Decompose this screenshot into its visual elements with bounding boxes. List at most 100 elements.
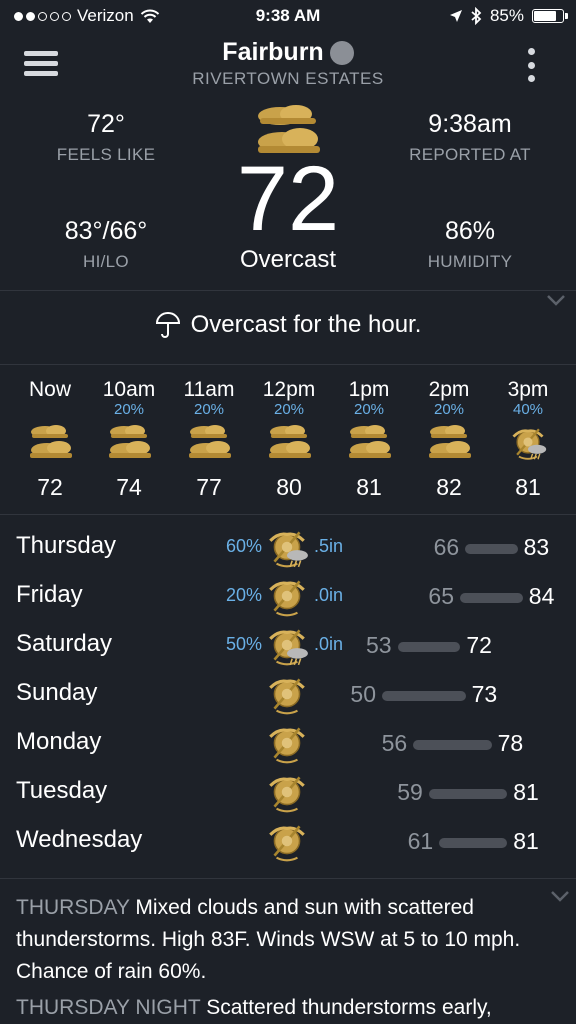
day-name: Thursday	[16, 532, 117, 559]
temperature-range-bar	[460, 593, 523, 603]
chevron-down-icon[interactable]	[546, 294, 566, 306]
day-name: Sunday	[16, 679, 98, 706]
hourly-forecast[interactable]: Now 72 10am 20% 74 11am 20% 77 12pm 20% 80 1pm 20% 81…	[0, 366, 576, 512]
location-subtitle: RIVERTOWN ESTATES	[192, 69, 384, 88]
day-name: Tuesday	[16, 777, 108, 804]
hourly-precip-chance: 20%	[113, 401, 145, 418]
cloudy-icon	[10, 422, 90, 466]
bluetooth-icon	[471, 7, 482, 25]
temperature-range-bar	[428, 789, 508, 799]
day-low: 61	[407, 828, 434, 854]
day-precip-amount: .0in	[314, 585, 344, 605]
status-right: 85%	[449, 6, 568, 26]
location-arrow-icon	[449, 10, 462, 22]
day-name: Saturday	[16, 630, 113, 657]
day-high: 81	[513, 779, 539, 805]
hourly-temperature: 74	[116, 474, 142, 500]
daily-row[interactable]: Thursday 60% .5in 66 83	[0, 522, 576, 571]
daily-row[interactable]: Friday 20% .0in 65 84	[0, 571, 576, 620]
hour-summary[interactable]: Overcast for the hour.	[0, 292, 576, 364]
hourly-precip-chance: 20%	[433, 401, 465, 418]
hourly-precip-chance: 20%	[193, 401, 225, 418]
day-name: Friday	[16, 581, 83, 608]
hourly-precip-chance: 20%	[273, 401, 305, 418]
battery-icon	[532, 9, 568, 23]
forecast-paragraph: THURSDAY Mixed clouds and sun with scatt…	[16, 896, 521, 983]
emblem-icon	[264, 720, 310, 771]
day-high: 78	[497, 730, 524, 756]
temperature-range-bar	[382, 691, 466, 701]
hourly-item: 2pm 20% 82	[409, 378, 489, 501]
divider	[0, 290, 576, 291]
day-high: 84	[528, 583, 555, 609]
hourly-time: 1pm	[348, 378, 390, 401]
hourly-item: Now 72	[10, 378, 90, 501]
chevron-down-icon[interactable]	[550, 890, 570, 902]
day-high: 83	[523, 534, 550, 560]
emblem-icon	[264, 573, 310, 624]
day-low: 53	[366, 632, 392, 658]
cloudy-icon	[169, 422, 249, 466]
current-temperature: 72	[236, 148, 340, 250]
hourly-time: 10am	[102, 378, 156, 401]
battery-percent: 85%	[489, 6, 524, 25]
location-title[interactable]: Fairburn RIVERTOWN ESTATES	[0, 38, 576, 89]
forecast-paragraph: THURSDAY NIGHT Scattered thunderstorms e…	[16, 996, 492, 1019]
hourly-precip-chance: 20%	[353, 401, 385, 418]
day-low: 59	[397, 779, 423, 805]
current-conditions[interactable]: 72° FEELS LIKE 9:38am REPORTED AT 83°/66…	[0, 100, 576, 290]
emblem-icon	[264, 818, 310, 869]
hourly-time: 12pm	[262, 378, 316, 401]
day-precip-chance: 60%	[225, 536, 262, 556]
day-precip-chance: 50%	[225, 634, 262, 654]
emblem-icon	[264, 671, 310, 722]
day-high: 72	[466, 632, 492, 658]
day-precip-amount: .0in	[314, 634, 344, 654]
thunderstorm-icon	[264, 622, 310, 673]
umbrella-icon	[155, 312, 180, 338]
divider	[0, 878, 576, 879]
hourly-time: 3pm	[507, 378, 549, 401]
day-high: 73	[471, 681, 498, 707]
daily-row[interactable]: Sunday 50 73	[0, 669, 576, 718]
thunderstorm-icon	[488, 422, 568, 466]
hourly-time: 2pm	[428, 378, 470, 401]
hourly-temperature: 72	[37, 474, 63, 500]
more-options-button[interactable]	[528, 48, 536, 82]
temperature-range-bar	[465, 544, 518, 554]
day-precip-chance: 20%	[225, 585, 262, 605]
hourly-item: 12pm 20% 80	[249, 378, 329, 501]
divider	[0, 364, 576, 365]
header: Fairburn RIVERTOWN ESTATES	[0, 36, 576, 96]
hourly-temperature: 82	[436, 474, 462, 500]
hourly-temperature: 81	[515, 474, 541, 500]
hourly-item: 1pm 20% 81	[329, 378, 409, 501]
daily-row[interactable]: Saturday 50% .0in 53 72	[0, 620, 576, 669]
daily-row[interactable]: Wednesday 61 81	[0, 816, 576, 865]
city-name: Fairburn	[222, 38, 324, 66]
cloudy-icon	[409, 422, 489, 466]
daily-row[interactable]: Monday 56 78	[0, 718, 576, 767]
temperature-range-bar	[397, 642, 461, 652]
status-bar: Verizon 9:38 AM 85%	[0, 0, 576, 34]
hour-summary-text: Overcast for the hour.	[190, 311, 422, 338]
hourly-precip-chance: 40%	[512, 401, 544, 418]
day-high: 81	[513, 828, 539, 854]
hourly-item: 11am 20% 77	[169, 378, 249, 501]
cloudy-icon	[249, 422, 329, 466]
divider	[0, 514, 576, 515]
current-condition: Overcast	[239, 246, 337, 273]
hourly-precip-chance	[10, 402, 90, 418]
day-name: Wednesday	[16, 826, 143, 853]
day-low: 66	[433, 534, 460, 560]
more-dots-icon	[528, 48, 535, 55]
hourly-temperature: 80	[276, 474, 302, 500]
day-low: 65	[428, 583, 454, 609]
cloudy-icon	[329, 422, 409, 466]
cloudy-icon	[89, 422, 169, 466]
daily-row[interactable]: Tuesday 59 81	[0, 767, 576, 816]
hourly-item: 3pm 40% 81	[488, 378, 568, 501]
emblem-icon	[264, 769, 310, 820]
hourly-temperature: 77	[196, 474, 222, 500]
hourly-time: 11am	[183, 378, 235, 401]
